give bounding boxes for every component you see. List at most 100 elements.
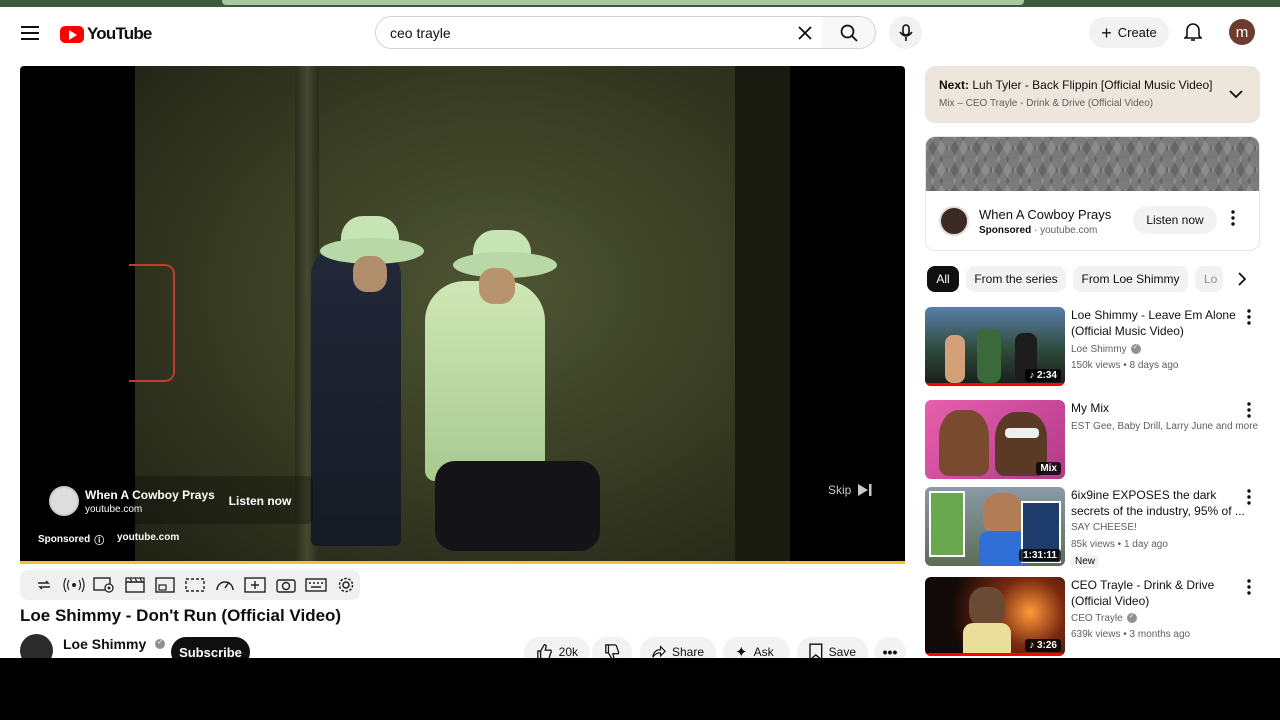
youtube-logo[interactable]: YouTube xyxy=(60,24,152,44)
up-next-card[interactable]: Next: Luh Tyler - Back Flippin [Official… xyxy=(925,66,1260,123)
skip-label: Skip xyxy=(828,483,852,497)
ad-title[interactable]: When A Cowboy Prays xyxy=(85,488,215,502)
recommendation-meta: 150k views • 8 days ago xyxy=(1071,360,1179,371)
bookmark-icon xyxy=(809,643,823,658)
up-next-title-line: Next: Luh Tyler - Back Flippin [Official… xyxy=(939,78,1212,92)
chip-from-loe-shimmy[interactable]: From Loe Shimmy xyxy=(1073,266,1188,292)
share-icon xyxy=(652,645,666,658)
share-button[interactable]: Share xyxy=(640,637,716,658)
scene-red-light xyxy=(129,264,175,382)
search-query: ceo trayle xyxy=(390,24,451,41)
mini-player-icon[interactable] xyxy=(181,573,209,597)
recommendation-channel[interactable]: CEO Trayle xyxy=(1071,612,1137,624)
video-thumbnail[interactable]: Mix xyxy=(925,400,1065,479)
save-button[interactable]: Save xyxy=(797,637,868,658)
channel-avatar[interactable] xyxy=(20,634,53,658)
chip-truncated[interactable]: Lo xyxy=(1195,266,1223,292)
keyboard-icon[interactable] xyxy=(302,573,330,597)
thumbs-up-icon xyxy=(537,643,552,658)
masthead: YouTube ceo trayle + Create m xyxy=(0,7,1280,59)
up-next-title: Luh Tyler - Back Flippin [Official Music… xyxy=(972,78,1213,92)
search-input[interactable]: ceo trayle xyxy=(375,16,823,49)
skip-next-icon xyxy=(858,484,872,496)
more-vertical-icon[interactable] xyxy=(1231,210,1235,231)
ad-card-avatar xyxy=(939,206,969,236)
recommendation-channel[interactable]: SAY CHEESE! xyxy=(1071,522,1137,533)
more-vertical-icon[interactable] xyxy=(1247,402,1251,423)
ad-card-listen-now-button[interactable]: Listen now xyxy=(1133,206,1217,234)
pip-icon[interactable] xyxy=(151,573,179,597)
clapper-icon[interactable] xyxy=(121,573,149,597)
speed-gauge-icon[interactable] xyxy=(211,573,239,597)
menu-icon[interactable] xyxy=(14,19,46,47)
recommendation-title[interactable]: 6ix9ine EXPOSES the dark secrets of the … xyxy=(1071,487,1249,519)
clear-search-icon[interactable] xyxy=(792,20,818,46)
create-label: Create xyxy=(1117,25,1157,40)
chip-from-the-series[interactable]: From the series xyxy=(966,266,1066,292)
up-next-subtitle: Mix – CEO Trayle - Drink & Drive (Offici… xyxy=(939,98,1154,109)
mix-badge: Mix xyxy=(1036,462,1061,475)
create-button[interactable]: + Create xyxy=(1089,17,1169,48)
youtube-wordmark: YouTube xyxy=(87,24,152,43)
channel-text: Loe Shimmy xyxy=(1071,344,1127,355)
sponsored-text: Sponsored xyxy=(38,534,91,545)
recommendation-item[interactable]: ♪ 2:34 Loe Shimmy - Leave Em Alone (Offi… xyxy=(925,307,1260,387)
video-thumbnail[interactable]: 1:31:11 xyxy=(925,487,1065,566)
more-vertical-icon[interactable] xyxy=(1247,579,1251,600)
video-thumbnail[interactable]: ♪ 3:26 xyxy=(925,577,1065,656)
sponsored-ad-card[interactable]: When A Cowboy Prays Sponsored · youtube.… xyxy=(925,136,1260,251)
page: YouTube ceo trayle + Create m When A Cow… xyxy=(0,0,1280,658)
more-actions-button[interactable]: ••• xyxy=(874,637,906,658)
ad-card-sponsored: Sponsored xyxy=(979,225,1032,236)
settings-gear-icon[interactable] xyxy=(332,573,360,597)
recommendation-item[interactable]: Mix My Mix EST Gee, Baby Drill, Larry Ju… xyxy=(925,400,1260,480)
video-player[interactable]: When A Cowboy Prays youtube.com Listen n… xyxy=(20,66,905,564)
like-count: 20k xyxy=(558,645,578,658)
top-strip-bar xyxy=(222,0,1024,5)
dislike-button[interactable] xyxy=(592,637,632,658)
search-button[interactable] xyxy=(822,16,876,49)
video-thumbnail[interactable]: ♪ 2:34 xyxy=(925,307,1065,386)
recommendation-title[interactable]: My Mix xyxy=(1071,400,1249,416)
recommendation-title[interactable]: CEO Trayle - Drink & Drive (Official Vid… xyxy=(1071,577,1249,609)
ad-card-subline: Sponsored · youtube.com xyxy=(979,225,1098,236)
mic-icon[interactable] xyxy=(889,16,922,49)
sponsored-domain[interactable]: youtube.com xyxy=(117,532,179,543)
screenshot-camera-icon[interactable] xyxy=(272,573,300,597)
scene-face-right xyxy=(479,268,515,304)
notifications-bell-icon[interactable] xyxy=(1180,19,1206,45)
verified-icon xyxy=(1130,343,1141,355)
ad-channel-avatar[interactable] xyxy=(49,486,79,516)
chevron-down-icon[interactable] xyxy=(1229,86,1243,104)
channel-name[interactable]: Loe Shimmy xyxy=(63,636,166,652)
ask-button[interactable]: ✦ Ask xyxy=(723,637,790,658)
recommendation-item[interactable]: 1:31:11 6ix9ine EXPOSES the dark secrets… xyxy=(925,487,1260,568)
skip-ad-button[interactable]: Skip xyxy=(828,483,873,497)
recommendation-channel[interactable]: Loe Shimmy xyxy=(1071,343,1141,355)
loop-icon[interactable] xyxy=(30,573,58,597)
recommendation-meta: 85k views • 1 day ago xyxy=(1071,539,1168,550)
scene-face-left xyxy=(353,256,387,292)
ad-progress-bar[interactable] xyxy=(20,561,905,564)
chevron-right-icon[interactable] xyxy=(1228,266,1254,292)
more-vertical-icon[interactable] xyxy=(1247,309,1251,330)
sponsored-label: Sponsored ⓘ xyxy=(38,532,104,547)
recommendation-item[interactable]: ♪ 3:26 CEO Trayle - Drink & Drive (Offic… xyxy=(925,577,1260,657)
like-button[interactable]: 20k xyxy=(524,637,590,658)
watch-view-icon[interactable] xyxy=(90,573,118,597)
ad-card-title[interactable]: When A Cowboy Prays xyxy=(979,207,1111,222)
subscribe-button[interactable]: Subscribe xyxy=(171,637,250,658)
info-icon[interactable]: ⓘ xyxy=(94,532,104,547)
chip-all[interactable]: All xyxy=(927,266,959,292)
more-vertical-icon[interactable] xyxy=(1247,489,1251,510)
ad-listen-now-button[interactable]: Listen now xyxy=(220,488,300,514)
scene-person-right xyxy=(425,281,545,481)
broadcast-icon[interactable] xyxy=(60,573,88,597)
new-badge: New xyxy=(1071,555,1100,568)
verified-icon xyxy=(155,638,166,649)
recommendation-title[interactable]: Loe Shimmy - Leave Em Alone (Official Mu… xyxy=(1071,307,1249,339)
account-avatar[interactable]: m xyxy=(1229,19,1255,45)
duration-badge: 1:31:11 xyxy=(1019,549,1061,562)
channel-text: CEO Trayle xyxy=(1071,613,1123,624)
add-clip-icon[interactable] xyxy=(241,573,269,597)
